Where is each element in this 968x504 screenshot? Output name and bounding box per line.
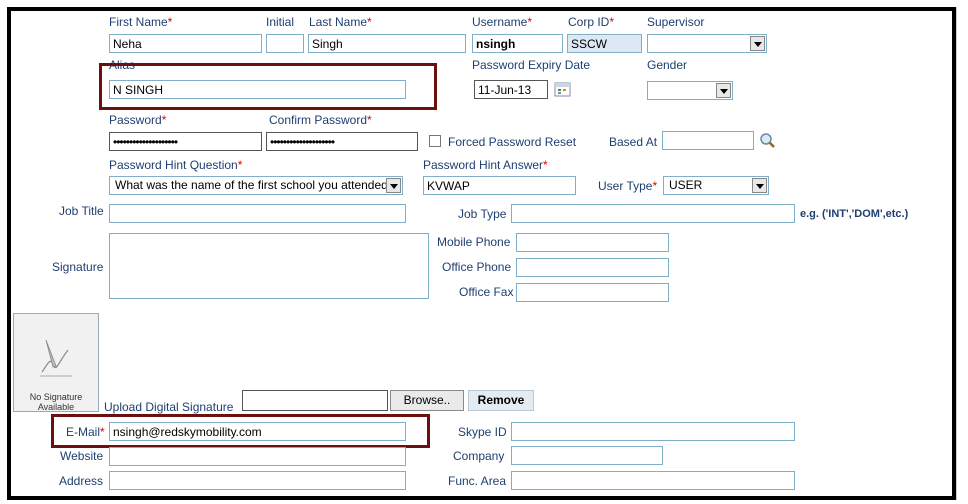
confirm-password-label: Confirm Password* — [269, 113, 372, 127]
address-label: Address — [59, 474, 104, 488]
chevron-down-icon[interactable] — [752, 178, 767, 193]
upload-signature-label: Upload Digital Signature — [104, 400, 234, 414]
supervisor-select[interactable] — [647, 34, 767, 53]
company-input[interactable] — [511, 446, 663, 465]
job-type-label: Job Type — [458, 207, 507, 221]
corp-id-input[interactable] — [567, 34, 642, 53]
office-phone-input[interactable] — [516, 258, 669, 277]
forced-reset-label: Forced Password Reset — [448, 135, 577, 149]
signature-placeholder-image: No Signature Available — [13, 313, 99, 412]
based-at-input[interactable] — [662, 131, 754, 150]
chevron-down-icon[interactable] — [750, 36, 765, 51]
job-title-input[interactable] — [109, 204, 406, 223]
search-icon[interactable] — [758, 132, 778, 150]
mobile-phone-input[interactable] — [516, 233, 669, 252]
first-name-label: First Name* — [109, 15, 173, 29]
password-label: Password* — [109, 113, 167, 127]
signature-label: Signature — [52, 260, 104, 274]
hint-answer-label: Password Hint Answer* — [423, 158, 548, 172]
company-label: Company — [453, 449, 505, 463]
confirm-password-input[interactable] — [266, 132, 418, 151]
hint-answer-input[interactable] — [423, 176, 576, 195]
chevron-down-icon[interactable] — [386, 178, 401, 193]
last-name-input[interactable] — [308, 34, 466, 53]
username-input[interactable] — [472, 34, 563, 53]
job-type-input[interactable] — [511, 204, 795, 223]
mobile-phone-label: Mobile Phone — [437, 235, 511, 249]
address-input[interactable] — [109, 471, 406, 490]
pen-signature-icon — [40, 339, 72, 377]
chevron-down-icon[interactable] — [716, 83, 731, 98]
skype-id-input[interactable] — [511, 422, 795, 441]
office-fax-label: Office Fax — [459, 285, 514, 299]
corp-id-label: Corp ID* — [568, 15, 615, 29]
no-signature-text: No Signature Available — [29, 392, 83, 412]
based-at-label: Based At — [609, 135, 658, 149]
browse-button[interactable]: Browse.. — [390, 390, 464, 411]
user-type-label: User Type* — [598, 179, 658, 193]
initial-input[interactable] — [266, 34, 304, 53]
calendar-icon[interactable] — [553, 80, 573, 99]
website-label: Website — [60, 449, 104, 463]
last-name-label: Last Name* — [309, 15, 372, 29]
password-expiry-input[interactable] — [474, 80, 548, 99]
office-fax-input[interactable] — [516, 283, 669, 302]
func-area-label: Func. Area — [448, 474, 507, 488]
supervisor-label: Supervisor — [647, 15, 705, 29]
hint-question-select[interactable]: What was the name of the first school yo… — [109, 176, 403, 195]
forced-reset-checkbox[interactable] — [429, 135, 441, 147]
office-phone-label: Office Phone — [442, 260, 512, 274]
job-title-label: Job Title — [59, 204, 104, 218]
scrollbar-divider — [956, 7, 957, 500]
website-input[interactable] — [109, 447, 406, 466]
alias-highlight-box — [99, 63, 437, 110]
func-area-input[interactable] — [511, 471, 795, 490]
gender-select[interactable] — [647, 81, 733, 100]
upload-file-input[interactable] — [242, 390, 388, 411]
skype-id-label: Skype ID — [458, 425, 507, 439]
signature-textarea[interactable] — [109, 233, 429, 299]
email-highlight-box — [51, 414, 430, 448]
username-label: Username* — [472, 15, 533, 29]
password-input[interactable] — [109, 132, 262, 151]
password-expiry-label: Password Expiry Date — [472, 58, 591, 72]
hint-question-label: Password Hint Question* — [109, 158, 243, 172]
gender-label: Gender — [647, 58, 688, 72]
job-type-hint: e.g. ('INT','DOM',etc.) — [800, 208, 909, 220]
initial-label: Initial — [266, 15, 295, 29]
first-name-input[interactable] — [109, 34, 262, 53]
user-type-select[interactable]: USER — [663, 176, 769, 195]
remove-button[interactable]: Remove — [468, 390, 534, 411]
